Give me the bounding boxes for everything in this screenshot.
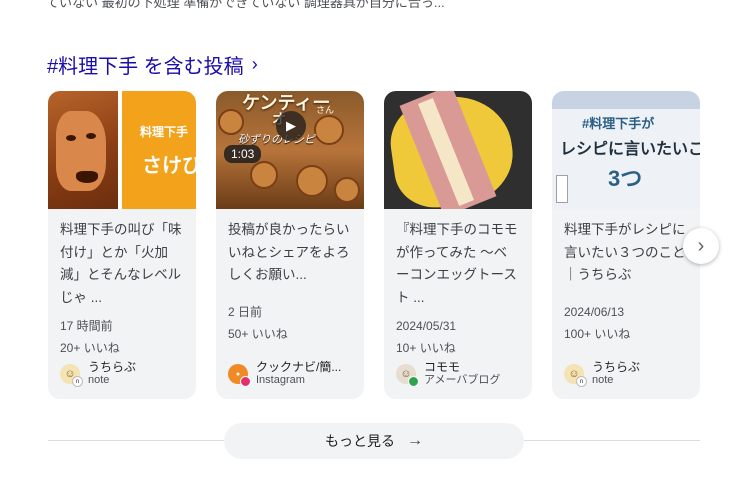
- divider: [524, 440, 700, 441]
- post-card[interactable]: ケンティー さん オ 砂ずりのレシピ ▶ 1:03 投稿が良かったらいいねとシェ…: [216, 91, 364, 399]
- video-duration: 1:03: [224, 145, 262, 163]
- source-name: クックナビ/簡...: [256, 360, 342, 374]
- food-piece: [296, 165, 328, 197]
- source-site: アメーバブログ: [424, 374, 501, 386]
- instagram-badge-icon: [240, 376, 251, 387]
- post-card[interactable]: 料理下手 さけび 料理下手の叫び「味付け」とか「火加減」とそんなレベルじゃ ..…: [48, 91, 196, 399]
- show-more-button[interactable]: もっと見る →: [224, 423, 524, 459]
- post-likes: 100+ いいね: [564, 327, 631, 341]
- toast-face-detail: [56, 111, 106, 191]
- thumbnail-header-band: [552, 91, 700, 109]
- post-likes: 50+ いいね: [228, 327, 288, 341]
- ameba-avatar-icon: ☺: [396, 364, 419, 387]
- mouth: [76, 171, 98, 183]
- thumbnail-text-1: #料理下手が: [582, 116, 655, 131]
- thumbnail-text-1: 料理下手: [140, 125, 189, 139]
- divider: [48, 440, 224, 441]
- food-piece: [334, 177, 360, 203]
- ameba-badge-icon: [408, 376, 419, 387]
- note-avatar-icon: ☺ n: [60, 364, 83, 387]
- post-thumbnail[interactable]: #料理下手が レシピに言いたいこと 3つ: [552, 91, 700, 209]
- eye: [66, 135, 76, 141]
- note-avatar-icon: ☺ n: [564, 364, 587, 387]
- section-title-text: #料理下手 を含む投稿: [47, 55, 244, 78]
- source-name: うちらぶ: [592, 360, 641, 374]
- post-likes: 10+ いいね: [396, 341, 456, 355]
- note-badge-icon: n: [576, 376, 587, 387]
- carousel-next-button[interactable]: ›: [683, 228, 719, 264]
- post-snippet: 『料理下手のコモモが作ってみた 〜ベーコンエッグトースト ...: [396, 222, 518, 305]
- thumbnail-text-3: 3つ: [608, 166, 643, 191]
- chevron-right-icon: ›: [697, 234, 705, 257]
- post-snippet: 料理下手の叫び「味付け」とか「火加減」とそんなレベルじゃ ...: [60, 222, 182, 305]
- post-card[interactable]: #料理下手が レシピに言いたいこと 3つ 料理下手がレシピに言いたい３つのこと｜…: [552, 91, 700, 399]
- thumbnail-text-2: さけび: [142, 155, 196, 177]
- post-likes: 20+ いいね: [60, 341, 120, 355]
- post-card[interactable]: 『料理下手のコモモが作ってみた 〜ベーコンエッグトースト ... 2024/05…: [384, 91, 532, 399]
- post-source: ● クックナビ/簡... Instagram: [228, 361, 341, 387]
- source-site: note: [592, 374, 614, 386]
- post-thumbnail[interactable]: [384, 91, 532, 209]
- post-source: ☺ コモモ アメーバブログ: [396, 361, 500, 387]
- post-time: 2 日前: [228, 305, 263, 319]
- post-snippet: 料理下手がレシピに言いたい３つのこと｜うちらぶ: [564, 222, 686, 282]
- post-time: 17 時間前: [60, 319, 113, 333]
- food-piece: [250, 161, 278, 189]
- chevron-right-icon: ›: [251, 53, 258, 74]
- section-title-link[interactable]: #料理下手 を含む投稿 ›: [47, 50, 258, 78]
- thumbnail-text-2: レシピに言いたいこと: [560, 141, 700, 158]
- post-time: 2024/06/13: [564, 305, 625, 319]
- source-name: コモモ: [424, 360, 461, 374]
- thumbnail-subtitle: さん: [316, 105, 335, 115]
- post-source: ☺ n うちらぶ note: [60, 361, 136, 387]
- arrow-right-icon: →: [407, 432, 423, 449]
- food-piece: [314, 115, 344, 145]
- source-site: note: [88, 374, 110, 386]
- appliance-illustration: [556, 175, 568, 203]
- previous-result-snippet: ていない 最初の下処理 準備ができていない 調理器具が自分に合っ...: [46, 0, 445, 8]
- source-site: Instagram: [256, 374, 305, 386]
- note-badge-icon: n: [72, 376, 83, 387]
- post-source: ☺ n うちらぶ note: [564, 361, 640, 387]
- post-video-thumbnail[interactable]: ケンティー さん オ 砂ずりのレシピ ▶ 1:03: [216, 91, 364, 209]
- post-thumbnail[interactable]: 料理下手 さけび: [48, 91, 196, 209]
- eye: [86, 133, 96, 139]
- post-snippet: 投稿が良かったらいいねとシェアをよろしくお願い...: [228, 222, 350, 282]
- source-name: うちらぶ: [88, 360, 137, 374]
- instagram-avatar-icon: ●: [228, 364, 251, 387]
- play-icon[interactable]: ▶: [276, 111, 306, 141]
- show-more-label: もっと見る: [325, 433, 395, 449]
- post-time: 2024/05/31: [396, 319, 457, 333]
